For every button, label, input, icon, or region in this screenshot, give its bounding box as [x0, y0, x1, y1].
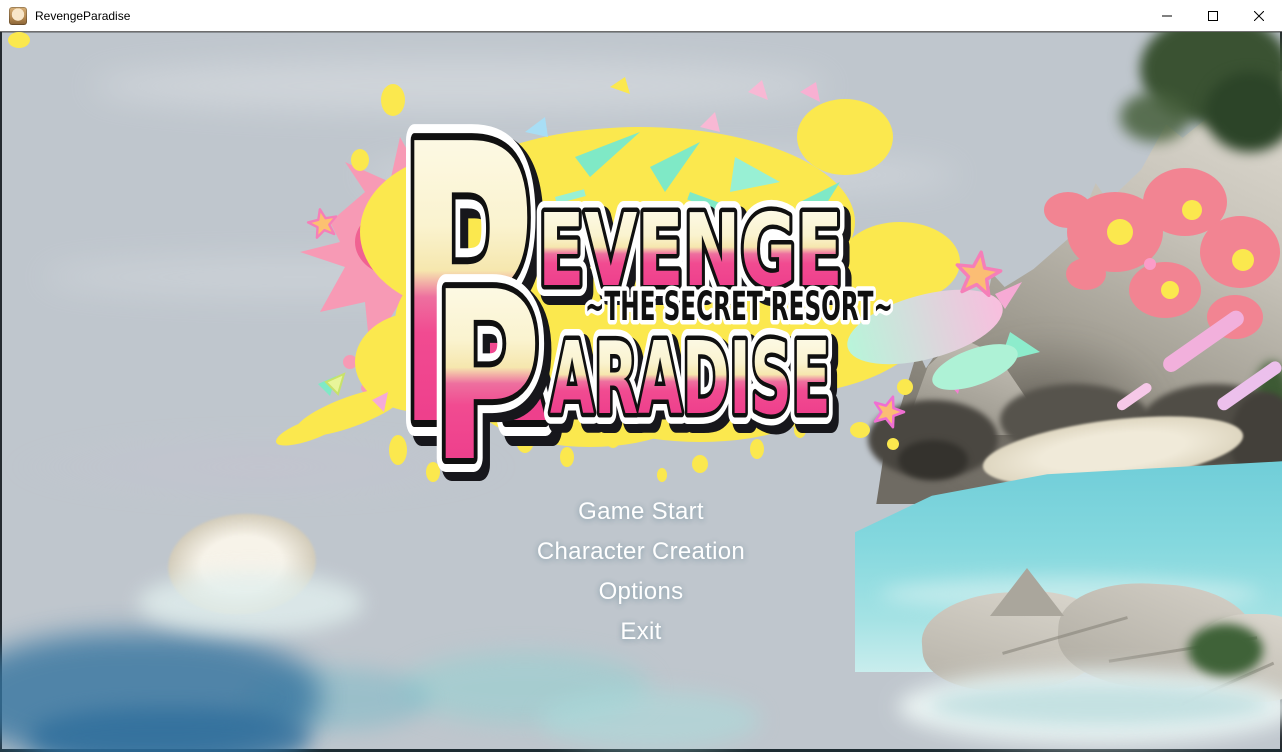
maximize-icon [1208, 11, 1218, 21]
window-title: RevengeParadise [35, 0, 130, 32]
cloud [90, 60, 830, 112]
confetti-shards [326, 77, 964, 412]
vegetation [1120, 92, 1190, 142]
deep-water-patch [30, 708, 310, 752]
water-patch [540, 690, 760, 750]
subtitle-fill: ~THE SECRET RESORT~ [585, 283, 893, 329]
letter-outline: EVENGE [538, 194, 843, 310]
menu-item-options[interactable]: Options [0, 572, 1282, 612]
cave-shadow [898, 440, 968, 480]
cloud [360, 152, 960, 198]
cloud [40, 257, 560, 297]
subtitle-outline: ~THE SECRET RESORT~ [585, 283, 893, 329]
menu-item-character-creation[interactable]: Character Creation [0, 532, 1282, 572]
menu-item-game-start[interactable]: Game Start [0, 492, 1282, 532]
titlebar[interactable]: RevengeParadise [0, 0, 1282, 32]
character-portrait-icon [9, 7, 27, 25]
maximize-button[interactable] [1190, 0, 1236, 31]
close-icon [1254, 11, 1264, 21]
letter-fill: EVENGE [538, 194, 843, 310]
minimize-button[interactable] [1144, 0, 1190, 31]
menu-item-exit[interactable]: Exit [0, 612, 1282, 652]
logo-subtitle: ~THE SECRET RESORT~ ~THE SECRET RESORT~ [585, 283, 893, 329]
letter-outline: ARADISE [550, 321, 831, 438]
letter-fill: ARADISE [550, 321, 831, 438]
app-window: RevengeParadise [0, 0, 1282, 752]
logo-word1-rest: EVENGE EVENGE EVENGE [538, 194, 848, 317]
star-decorations [306, 206, 1003, 429]
minimize-icon [1162, 11, 1172, 21]
rock-waterline-shadow [930, 684, 1270, 726]
close-button[interactable] [1236, 0, 1282, 31]
game-viewport: R R R EVENGE EVENGE EVENGE P P P [0, 32, 1282, 752]
star-icon [306, 206, 340, 238]
main-menu: Game Start Character Creation Options Ex… [0, 492, 1282, 652]
logo-word2-rest: ARADISE ARADISE ARADISE [550, 321, 836, 445]
window-controls [1144, 0, 1282, 31]
letter-shadow: EVENGE [543, 201, 848, 317]
letter-shadow: ARADISE [555, 328, 836, 445]
